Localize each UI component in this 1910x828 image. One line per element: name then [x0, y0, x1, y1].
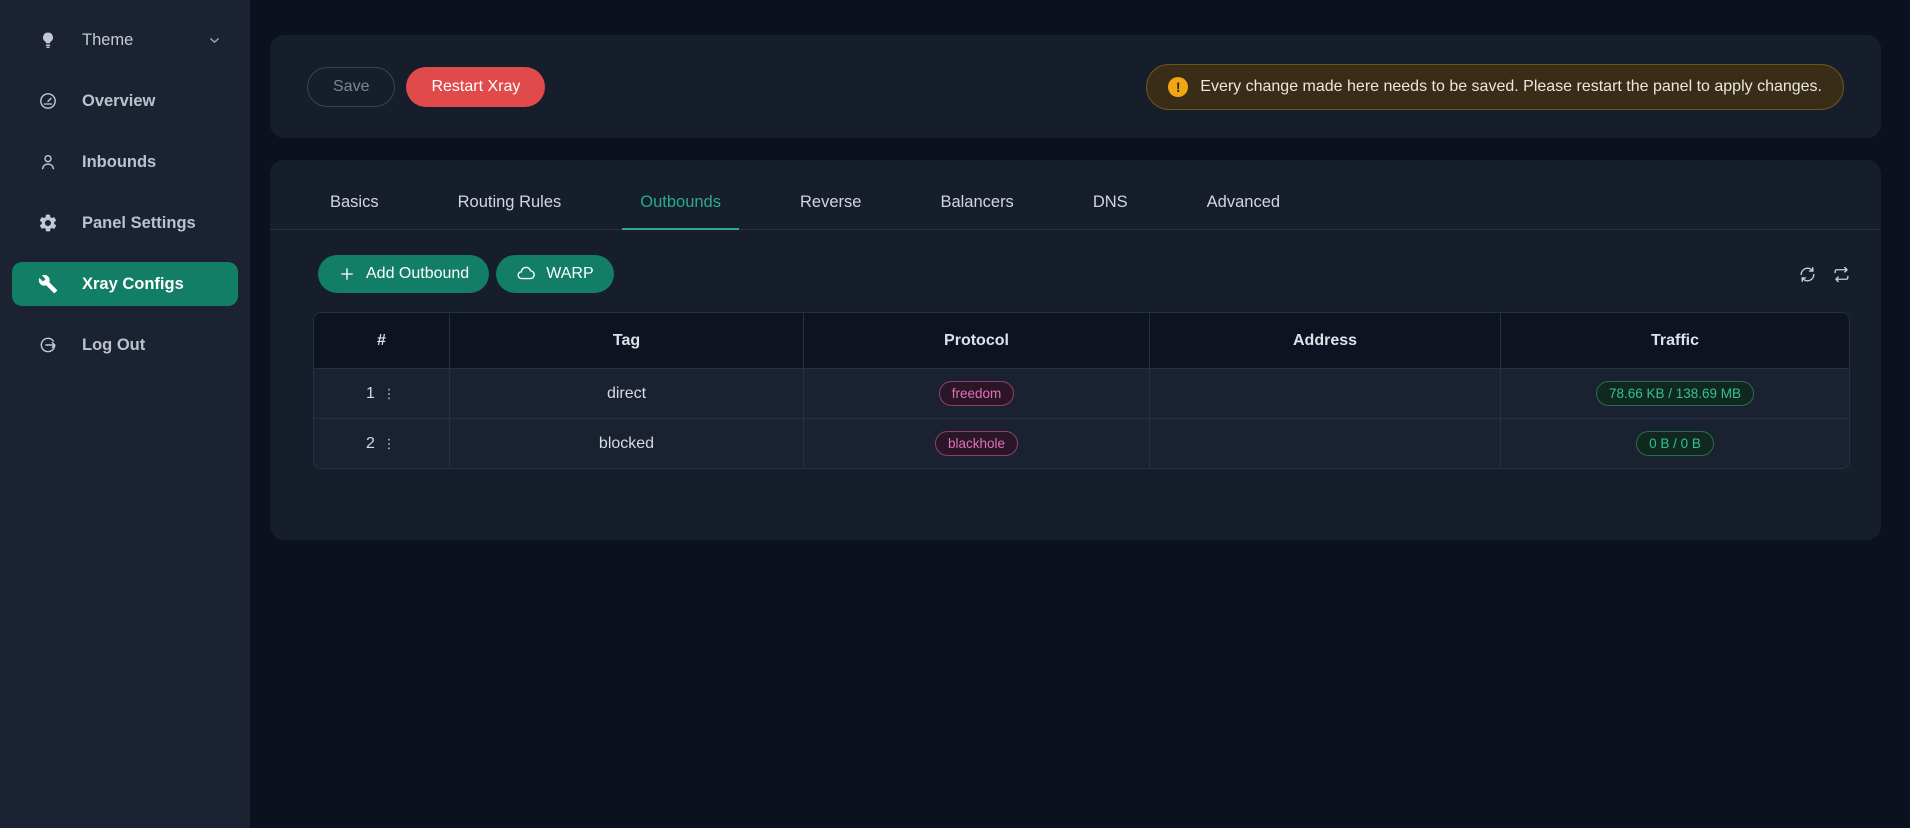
sidebar-item-label: Log Out — [82, 336, 145, 355]
tab-label: DNS — [1093, 193, 1128, 211]
tab-reverse[interactable]: Reverse — [800, 193, 861, 229]
tag-cell: blocked — [449, 419, 803, 468]
column-header-traffic: Traffic — [1500, 313, 1849, 368]
traffic-badge: 0 B / 0 B — [1636, 431, 1714, 456]
cloud-icon — [516, 264, 536, 284]
actions-row: Add Outbound WARP — [318, 255, 1851, 293]
row-index: 1 — [366, 385, 375, 403]
table-tools — [1798, 265, 1851, 284]
bulb-icon — [38, 30, 58, 50]
sidebar-item-log-out[interactable]: Log Out — [12, 323, 238, 367]
sidebar-item-inbounds[interactable]: Inbounds — [12, 140, 238, 184]
tab-basics[interactable]: Basics — [330, 193, 379, 229]
sidebar-item-label: Theme — [82, 31, 133, 50]
warp-button[interactable]: WARP — [496, 255, 613, 293]
tab-label: Basics — [330, 193, 379, 211]
column-header-tag: Tag — [449, 313, 803, 368]
dashboard-icon — [38, 91, 58, 111]
tab-bar: Basics Routing Rules Outbounds Reverse B… — [270, 193, 1881, 230]
tab-label: Reverse — [800, 193, 861, 211]
add-outbound-label: Add Outbound — [366, 265, 469, 283]
toolbar-card: Save Restart Xray ! Every change made he… — [270, 35, 1881, 138]
tab-label: Balancers — [940, 193, 1013, 211]
tab-label: Advanced — [1207, 193, 1280, 211]
main-content: Save Restart Xray ! Every change made he… — [250, 0, 1910, 828]
column-header-address: Address — [1149, 313, 1500, 368]
sidebar-item-label: Inbounds — [82, 153, 156, 172]
table-row: 1 direct freedom 78.66 KB / 138.69 MB — [314, 368, 1849, 418]
row-index: 2 — [366, 435, 375, 453]
exclamation-circle-icon: ! — [1168, 77, 1188, 97]
refresh-icon[interactable] — [1798, 265, 1817, 284]
sidebar-menu: Theme Overview Inbounds Panel Settings X… — [0, 18, 250, 367]
traffic-cell: 78.66 KB / 138.69 MB — [1500, 369, 1849, 418]
sidebar-item-xray-configs[interactable]: Xray Configs — [12, 262, 238, 306]
user-icon — [38, 152, 58, 172]
outbounds-table: # Tag Protocol Address Traffic 1 direct … — [313, 312, 1850, 469]
table-header-row: # Tag Protocol Address Traffic — [314, 313, 1849, 368]
address-cell — [1149, 419, 1500, 468]
sidebar: Theme Overview Inbounds Panel Settings X… — [0, 0, 250, 828]
tab-outbounds[interactable]: Outbounds — [640, 193, 721, 229]
traffic-badge: 78.66 KB / 138.69 MB — [1596, 381, 1754, 406]
sidebar-item-theme[interactable]: Theme — [12, 18, 238, 62]
add-outbound-button[interactable]: Add Outbound — [318, 255, 489, 293]
index-cell: 1 — [314, 369, 449, 418]
sidebar-item-label: Overview — [82, 92, 155, 111]
protocol-cell: blackhole — [803, 419, 1149, 468]
save-button[interactable]: Save — [307, 67, 395, 107]
alert-text: Every change made here needs to be saved… — [1200, 78, 1822, 96]
restart-xray-button[interactable]: Restart Xray — [406, 67, 545, 107]
protocol-badge: blackhole — [935, 431, 1018, 456]
column-header-protocol: Protocol — [803, 313, 1149, 368]
repeat-icon[interactable] — [1832, 265, 1851, 284]
tab-balancers[interactable]: Balancers — [940, 193, 1013, 229]
table-body: 1 direct freedom 78.66 KB / 138.69 MB 2 — [314, 368, 1849, 468]
chevron-down-icon — [207, 33, 222, 48]
gear-icon — [38, 213, 58, 233]
sidebar-item-panel-settings[interactable]: Panel Settings — [12, 201, 238, 245]
protocol-cell: freedom — [803, 369, 1149, 418]
warp-label: WARP — [546, 265, 593, 283]
tag-cell: direct — [449, 369, 803, 418]
tabs: Basics Routing Rules Outbounds Reverse B… — [330, 193, 1881, 229]
plus-icon — [338, 265, 356, 283]
index-cell: 2 — [314, 419, 449, 468]
tab-routing-rules[interactable]: Routing Rules — [458, 193, 562, 229]
column-header-index: # — [314, 313, 449, 368]
protocol-badge: freedom — [939, 381, 1015, 406]
address-cell — [1149, 369, 1500, 418]
more-vertical-icon[interactable] — [381, 436, 397, 452]
sidebar-item-label: Panel Settings — [82, 214, 196, 233]
more-vertical-icon[interactable] — [381, 386, 397, 402]
warning-alert: ! Every change made here needs to be sav… — [1146, 64, 1844, 110]
xray-configs-card: Basics Routing Rules Outbounds Reverse B… — [270, 160, 1881, 540]
table-row: 2 blocked blackhole 0 B / 0 B — [314, 418, 1849, 468]
tab-advanced[interactable]: Advanced — [1207, 193, 1280, 229]
tab-label: Routing Rules — [458, 193, 562, 211]
tab-label: Outbounds — [640, 193, 721, 211]
logout-icon — [38, 335, 58, 355]
wrench-icon — [38, 274, 58, 294]
sidebar-item-overview[interactable]: Overview — [12, 79, 238, 123]
traffic-cell: 0 B / 0 B — [1500, 419, 1849, 468]
tab-dns[interactable]: DNS — [1093, 193, 1128, 229]
sidebar-item-label: Xray Configs — [82, 275, 184, 294]
